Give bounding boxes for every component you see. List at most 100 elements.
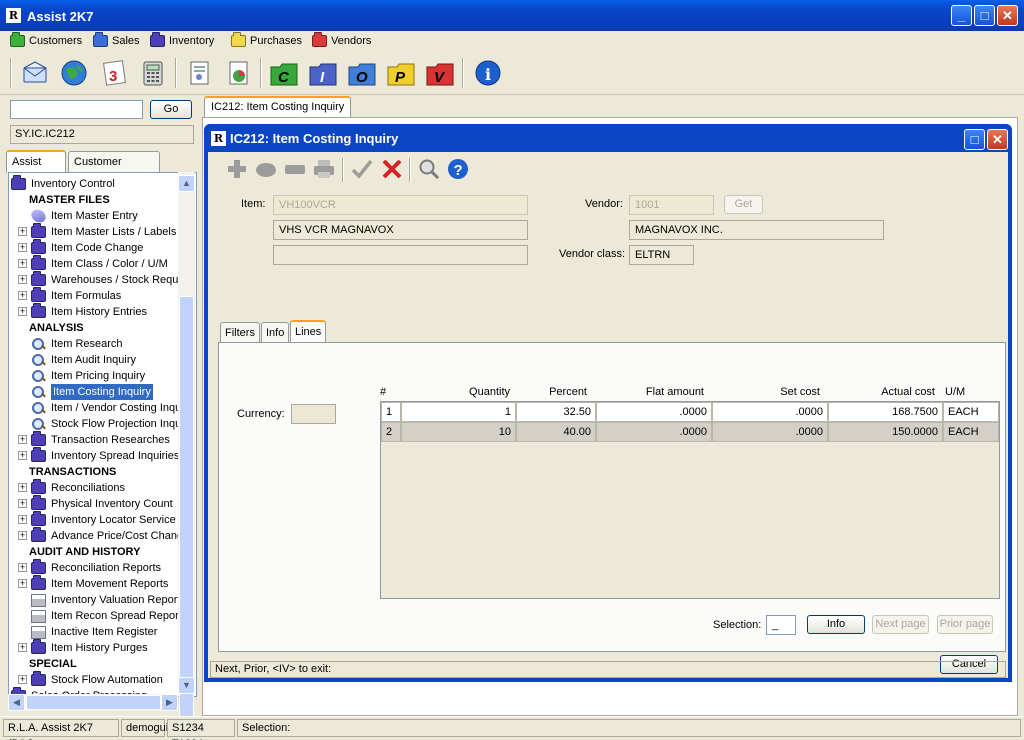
tab-customer-service[interactable]: Customer Service bbox=[68, 151, 160, 188]
tree-item-advance-price-cost-chang[interactable]: + Advance Price/Cost Chang bbox=[13, 527, 183, 544]
expand-icon[interactable]: + bbox=[18, 291, 27, 300]
expand-icon[interactable]: + bbox=[18, 515, 27, 524]
menu-vendors[interactable]: Vendors bbox=[312, 32, 371, 49]
tab-filters[interactable]: Filters bbox=[220, 322, 260, 342]
globe-icon[interactable] bbox=[57, 56, 90, 89]
delete-icon[interactable] bbox=[284, 158, 306, 183]
next-page-button[interactable]: Next page bbox=[872, 615, 929, 634]
expand-icon[interactable]: + bbox=[18, 451, 27, 460]
expand-icon[interactable]: + bbox=[18, 563, 27, 572]
get-button[interactable]: Get bbox=[724, 195, 763, 214]
expand-icon[interactable]: + bbox=[18, 243, 27, 252]
print-icon[interactable] bbox=[313, 158, 335, 183]
cancel-icon[interactable] bbox=[381, 158, 403, 183]
expand-icon[interactable]: + bbox=[18, 675, 27, 684]
tree-item-item-research[interactable]: Item Research bbox=[13, 336, 123, 352]
tree-item-transaction-researches[interactable]: + Transaction Researches bbox=[13, 431, 170, 448]
tree-item-stock-flow-automation[interactable]: + Stock Flow Automation bbox=[13, 671, 163, 688]
info-button[interactable]: Info bbox=[807, 615, 865, 634]
menu-sales[interactable]: Sales bbox=[93, 32, 140, 49]
tree-item-reconciliation-reports[interactable]: + Reconciliation Reports bbox=[13, 559, 161, 576]
menu-inventory[interactable]: Inventory bbox=[150, 32, 214, 49]
maximize-icon[interactable]: □ bbox=[964, 129, 985, 150]
tree-item-item-pricing-inquiry[interactable]: Item Pricing Inquiry bbox=[13, 368, 145, 384]
tree-item-physical-inventory-count[interactable]: + Physical Inventory Count bbox=[13, 495, 173, 512]
tree-item-item-audit-inquiry[interactable]: Item Audit Inquiry bbox=[13, 352, 136, 368]
mail-icon[interactable] bbox=[18, 56, 51, 89]
tree-item-item-master-entry[interactable]: Item Master Entry bbox=[13, 207, 138, 225]
tree-item-inventory-valuation-report[interactable]: Inventory Valuation Report bbox=[13, 592, 180, 608]
chart-icon[interactable] bbox=[221, 56, 254, 89]
calendar-icon[interactable]: 3 bbox=[97, 56, 130, 89]
tree-item-stock-flow-projection-inqui[interactable]: Stock Flow Projection Inqui bbox=[13, 416, 184, 432]
table-row[interactable]: 1 1 32.50 .0000 .0000 168.7500 EACH bbox=[381, 402, 999, 422]
ok-icon[interactable] bbox=[351, 158, 373, 183]
expand-icon[interactable]: + bbox=[18, 483, 27, 492]
tree-item-item-recon-spread-report[interactable]: Item Recon Spread Report bbox=[13, 608, 182, 624]
scroll-up-icon[interactable]: ▲ bbox=[178, 175, 195, 192]
tree-item-item-history-purges[interactable]: + Item History Purges bbox=[13, 639, 148, 656]
tree-vertical-scrollbar[interactable]: ▲ ▼ bbox=[178, 172, 195, 740]
help-icon[interactable]: ? bbox=[447, 158, 469, 183]
minimize-icon[interactable]: _ bbox=[951, 5, 972, 26]
command-input[interactable] bbox=[10, 100, 143, 119]
expand-icon[interactable]: + bbox=[18, 275, 27, 284]
tab-info[interactable]: Info bbox=[261, 322, 290, 342]
purchases-shortcut-icon[interactable]: P bbox=[384, 56, 417, 89]
tree-horizontal-scrollbar[interactable]: ◀ ▶ bbox=[8, 694, 178, 711]
info-icon[interactable]: i bbox=[471, 56, 504, 89]
scroll-right-icon[interactable]: ▶ bbox=[161, 694, 178, 711]
tree-section-special: SPECIAL bbox=[29, 656, 77, 672]
search-icon[interactable] bbox=[418, 158, 440, 183]
table-row[interactable]: 2 10 40.00 .0000 .0000 150.0000 EACH bbox=[381, 422, 999, 442]
vendor-code-field[interactable]: 1001 bbox=[629, 195, 714, 215]
tree-item-item-code-change[interactable]: + Item Code Change bbox=[13, 239, 143, 256]
tree-item-item-costing-inquiry[interactable]: Item Costing Inquiry bbox=[13, 384, 153, 400]
expand-icon[interactable]: + bbox=[18, 643, 27, 652]
tree-item-inventory-locator-service[interactable]: + Inventory Locator Service bbox=[13, 511, 176, 528]
menu-customers[interactable]: Customers bbox=[10, 32, 82, 49]
inventory-shortcut-icon[interactable]: I bbox=[306, 56, 339, 89]
tree-item-item-movement-reports[interactable]: + Item Movement Reports bbox=[13, 575, 168, 592]
orders-shortcut-icon[interactable]: O bbox=[345, 56, 378, 89]
expand-icon[interactable]: + bbox=[18, 435, 27, 444]
currency-field[interactable] bbox=[291, 404, 336, 424]
tree-item-item-class-color-u-m[interactable]: + Item Class / Color / U/M bbox=[13, 255, 168, 272]
expand-icon[interactable]: + bbox=[18, 307, 27, 316]
maximize-icon[interactable]: □ bbox=[974, 5, 995, 26]
edit-icon[interactable] bbox=[255, 158, 277, 183]
tree-item-inventory-control[interactable]: Inventory Control bbox=[11, 175, 115, 192]
tree-item-inventory-spread-inquiries[interactable]: + Inventory Spread Inquiries bbox=[13, 447, 179, 464]
scroll-thumb[interactable] bbox=[179, 296, 194, 740]
scroll-down-icon[interactable]: ▼ bbox=[178, 677, 195, 694]
expand-icon[interactable]: + bbox=[18, 499, 27, 508]
tab-item-costing-inquiry[interactable]: IC212: Item Costing Inquiry bbox=[204, 96, 351, 117]
tree-item-item-vendor-costing-inqu[interactable]: Item / Vendor Costing Inqu bbox=[13, 400, 181, 416]
scroll-thumb[interactable] bbox=[26, 695, 161, 710]
tree-item-item-history-entries[interactable]: + Item History Entries bbox=[13, 303, 147, 320]
close-icon[interactable]: ✕ bbox=[997, 5, 1018, 26]
expand-icon[interactable]: + bbox=[18, 531, 27, 540]
tree-item-item-master-lists-labels[interactable]: + Item Master Lists / Labels bbox=[13, 223, 176, 240]
calculator-icon[interactable] bbox=[136, 56, 169, 89]
tree-item-reconciliations[interactable]: + Reconciliations bbox=[13, 479, 125, 496]
tree-item-warehouses-stock-reque[interactable]: + Warehouses / Stock Reque bbox=[13, 271, 185, 288]
expand-icon[interactable]: + bbox=[18, 579, 27, 588]
report-icon[interactable] bbox=[182, 56, 215, 89]
expand-icon[interactable]: + bbox=[18, 227, 27, 236]
vendors-shortcut-icon[interactable]: V bbox=[423, 56, 456, 89]
tree-item-item-formulas[interactable]: + Item Formulas bbox=[13, 287, 121, 304]
customers-shortcut-icon[interactable]: C bbox=[267, 56, 300, 89]
close-icon[interactable]: ✕ bbox=[987, 129, 1008, 150]
selection-input[interactable]: _ bbox=[766, 615, 796, 635]
prior-page-button[interactable]: Prior page bbox=[937, 615, 993, 634]
item-code-field[interactable]: VH100VCR bbox=[273, 195, 528, 215]
tree-item-inactive-item-register[interactable]: Inactive Item Register bbox=[13, 624, 157, 640]
scroll-left-icon[interactable]: ◀ bbox=[8, 694, 25, 711]
add-icon[interactable] bbox=[226, 158, 248, 183]
menu-purchases[interactable]: Purchases bbox=[231, 32, 302, 49]
tab-lines[interactable]: Lines bbox=[290, 320, 327, 342]
expand-icon[interactable]: + bbox=[18, 259, 27, 268]
go-button[interactable]: Go bbox=[150, 100, 192, 119]
tab-assist-2k7[interactable]: Assist 2K7 bbox=[6, 150, 66, 188]
